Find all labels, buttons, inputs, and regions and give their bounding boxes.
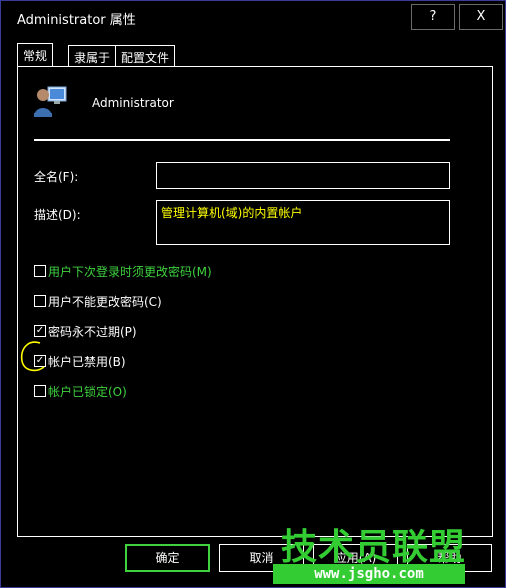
user-icon: [34, 86, 67, 117]
checkbox-box[interactable]: ✓: [34, 325, 46, 337]
watermark-url: www.jsgho.com: [273, 564, 465, 584]
general-tab-panel: Administrator 全名(F): 描述(D): 管理计算机(域)的内置帐…: [17, 66, 493, 537]
help-title-button[interactable]: ?: [411, 4, 455, 30]
checkbox-box[interactable]: [34, 385, 46, 397]
close-button[interactable]: X: [459, 4, 503, 30]
header-divider: [34, 139, 450, 141]
checkbox-password-never-expires[interactable]: ✓ 密码永不过期(P): [34, 323, 137, 339]
checkbox-account-locked[interactable]: 帐户已锁定(O): [34, 383, 127, 399]
checkbox-must-change-password[interactable]: 用户下次登录时须更改密码(M): [34, 263, 212, 279]
description-label: 描述(D):: [34, 208, 81, 222]
description-input[interactable]: 管理计算机(域)的内置帐户: [156, 200, 450, 245]
checkbox-label: 帐户已锁定(O): [48, 384, 127, 399]
annotation-circle: [20, 341, 45, 372]
ok-button[interactable]: 确定: [125, 544, 210, 572]
tab-profile[interactable]: 配置文件: [115, 45, 176, 67]
user-name: Administrator: [92, 96, 174, 110]
fullname-label: 全名(F):: [34, 170, 79, 184]
window-title: Administrator 属性: [17, 13, 136, 28]
checkbox-label: 用户不能更改密码(C): [48, 294, 162, 309]
checkbox-cannot-change-password[interactable]: 用户不能更改密码(C): [34, 293, 162, 309]
checkbox-box[interactable]: [34, 265, 46, 277]
checkbox-box[interactable]: [34, 295, 46, 307]
tab-member-of[interactable]: 隶属于: [68, 45, 117, 67]
properties-dialog: Administrator 属性 ? X 常规 隶属于 配置文件 Adminis…: [0, 0, 506, 588]
title-bar: Administrator 属性 ? X: [1, 1, 505, 31]
watermark-text: 技术员联盟: [281, 527, 467, 568]
tab-general[interactable]: 常规: [17, 43, 54, 67]
fullname-input[interactable]: [156, 162, 450, 189]
checkbox-label: 用户下次登录时须更改密码(M): [48, 264, 212, 279]
site-watermark: 技术员联盟 www.jsgho.com: [273, 518, 506, 588]
checkbox-label: 密码永不过期(P): [48, 324, 137, 339]
checkbox-label: 帐户已禁用(B): [48, 354, 126, 369]
